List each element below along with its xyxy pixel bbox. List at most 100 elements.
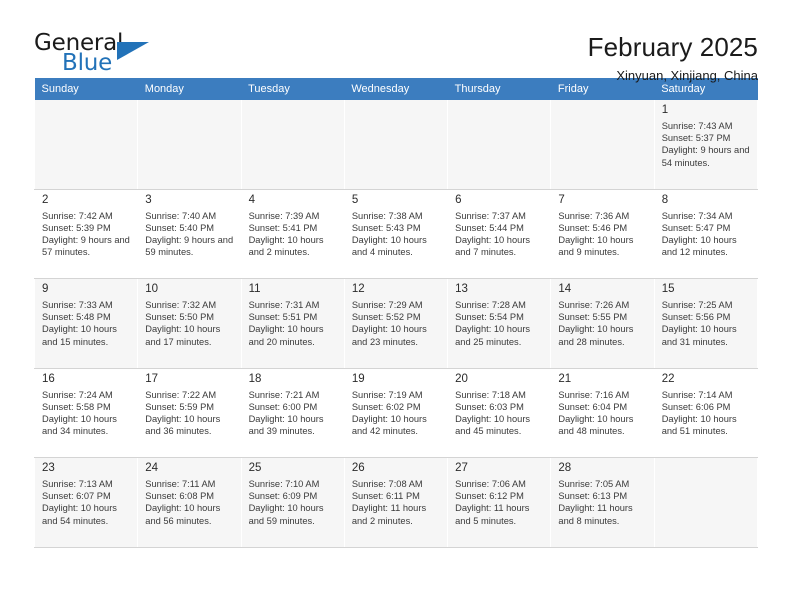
- calendar-day-cell-empty: [550, 100, 655, 190]
- calendar-day-cell[interactable]: 8 Sunrise: 7:34 AM Sunset: 5:47 PM Daylight…: [653, 189, 759, 279]
- calendar-day-cell[interactable]: 1 Sunrise: 7:43 AM Sunset: 5:37 PM Daylight…: [653, 100, 759, 190]
- calendar-day-cell[interactable]: 9 Sunrise: 7:33 AM Sunset: 5:48 PM Daylight…: [33, 278, 139, 369]
- sunrise-text: Sunrise: 7:34 AM: [661, 210, 733, 221]
- calendar-day-cell[interactable]: 20 Sunrise: 7:18 AM Sunset: 6:03 PM Dayligh…: [447, 368, 552, 458]
- calendar-day-cell[interactable]: 19 Sunrise: 7:19 AM Sunset: 6:02 PM Dayligh…: [343, 368, 449, 458]
- sunrise-text: Sunrise: 7:42 AM: [42, 210, 113, 221]
- day-details: Sunrise: 7:37 AM Sunset: 5:44 PM Daylight:…: [455, 210, 544, 259]
- sunrise-text: Sunrise: 7:31 AM: [248, 300, 320, 310]
- sunrise-sunset-calendar: Sunday Monday Tuesday Wednesday Thursday…: [33, 78, 759, 548]
- day-details: Sunrise: 7:13 AM Sunset: 6:07 PM Daylight:…: [42, 478, 131, 527]
- sunrise-text: Sunrise: 7:26 AM: [558, 300, 630, 310]
- day-cell-content: 12 Sunrise: 7:29 AM Sunset: 5:52 PM Dayligh…: [344, 279, 448, 368]
- sunrise-text: Sunrise: 7:06 AM: [455, 479, 526, 489]
- daylight-text: Daylight: 10 hours and 4 minutes.: [351, 234, 427, 258]
- sunset-text: Sunset: 5:41 PM: [248, 222, 318, 233]
- sunrise-text: Sunrise: 7:14 AM: [661, 389, 733, 400]
- day-details: Sunrise: 7:43 AM Sunset: 5:37 PM Daylight:…: [662, 120, 751, 169]
- calendar-day-cell[interactable]: 13 Sunrise: 7:28 AM Sunset: 5:54 PM Dayligh…: [447, 278, 552, 369]
- page-title: February 2025: [587, 32, 758, 62]
- calendar-day-cell[interactable]: 4 Sunrise: 7:39 AM Sunset: 5:41 PM Daylight…: [240, 189, 345, 279]
- daylight-text: Daylight: 10 hours and 45 minutes.: [455, 413, 531, 437]
- calendar-day-cell[interactable]: 5 Sunrise: 7:38 AM Sunset: 5:43 PM Daylight…: [343, 189, 449, 279]
- sunrise-text: Sunrise: 7:28 AM: [455, 300, 526, 310]
- daylight-text: Daylight: 10 hours and 12 minutes.: [661, 234, 737, 258]
- day-cell-content: 21 Sunrise: 7:16 AM Sunset: 6:04 PM Dayligh…: [551, 369, 653, 458]
- calendar-day-cell[interactable]: 23 Sunrise: 7:13 AM Sunset: 6:07 PM Dayligh…: [33, 457, 139, 548]
- day-cell-content: 22 Sunrise: 7:14 AM Sunset: 6:06 PM Dayligh…: [655, 369, 757, 458]
- sunrise-text: Sunrise: 7:40 AM: [145, 210, 217, 221]
- calendar-day-cell[interactable]: 11 Sunrise: 7:31 AM Sunset: 5:51 PM Dayligh…: [240, 278, 345, 369]
- logo-text-blue: Blue: [62, 50, 113, 76]
- calendar-day-cell[interactable]: 22 Sunrise: 7:14 AM Sunset: 6:06 PM Dayligh…: [653, 368, 759, 458]
- calendar-day-cell-empty: [240, 100, 345, 190]
- day-cell-content: 25 Sunrise: 7:10 AM Sunset: 6:09 PM Dayligh…: [241, 458, 344, 547]
- day-details: Sunrise: 7:42 AM Sunset: 5:39 PM Daylight:…: [42, 210, 131, 259]
- calendar-day-cell[interactable]: 28 Sunrise: 7:05 AM Sunset: 6:13 PM Dayligh…: [550, 457, 655, 548]
- calendar-day-cell[interactable]: 25 Sunrise: 7:10 AM Sunset: 6:09 PM Dayligh…: [240, 457, 345, 548]
- calendar-day-cell[interactable]: 15 Sunrise: 7:25 AM Sunset: 5:56 PM Dayligh…: [653, 278, 759, 369]
- day-number: 9: [42, 283, 49, 295]
- sunrise-text: Sunrise: 7:39 AM: [248, 210, 320, 221]
- calendar-day-cell[interactable]: 17 Sunrise: 7:22 AM Sunset: 5:59 PM Dayligh…: [137, 368, 242, 458]
- calendar-day-cell[interactable]: 16 Sunrise: 7:24 AM Sunset: 5:58 PM Dayligh…: [33, 368, 139, 458]
- day-number: 14: [558, 283, 572, 295]
- daylight-text: Daylight: 10 hours and 17 minutes.: [145, 324, 221, 347]
- sunrise-text: Sunrise: 7:25 AM: [661, 300, 733, 310]
- day-cell-content: 4 Sunrise: 7:39 AM Sunset: 5:41 PM Daylight…: [242, 190, 344, 279]
- daylight-text: Daylight: 10 hours and 39 minutes.: [248, 413, 324, 437]
- calendar-day-cell[interactable]: 27 Sunrise: 7:06 AM Sunset: 6:12 PM Dayligh…: [447, 457, 552, 548]
- day-details: Sunrise: 7:29 AM Sunset: 5:52 PM Daylight:…: [352, 299, 441, 348]
- generalblue-logo[interactable]: General Blue: [34, 32, 152, 80]
- day-cell-content: 18 Sunrise: 7:21 AM Sunset: 6:00 PM Dayligh…: [242, 369, 344, 458]
- sunset-text: Sunset: 5:43 PM: [351, 222, 421, 233]
- day-details: Sunrise: 7:39 AM Sunset: 5:41 PM Daylight:…: [249, 210, 338, 259]
- calendar-day-cell[interactable]: 24 Sunrise: 7:11 AM Sunset: 6:08 PM Dayligh…: [137, 457, 242, 548]
- calendar-day-cell[interactable]: 12 Sunrise: 7:29 AM Sunset: 5:52 PM Dayligh…: [343, 278, 449, 369]
- day-cell-content: 20 Sunrise: 7:18 AM Sunset: 6:03 PM Dayligh…: [448, 369, 550, 458]
- calendar-day-cell[interactable]: 6 Sunrise: 7:37 AM Sunset: 5:44 PM Daylight…: [447, 189, 552, 279]
- sunrise-text: Sunrise: 7:38 AM: [351, 210, 423, 221]
- calendar-day-cell[interactable]: 26 Sunrise: 7:08 AM Sunset: 6:11 PM Dayligh…: [343, 457, 449, 548]
- daylight-text: Daylight: 10 hours and 15 minutes.: [42, 324, 117, 347]
- daylight-text: Daylight: 10 hours and 23 minutes.: [351, 324, 427, 347]
- sunset-text: Sunset: 5:48 PM: [42, 312, 111, 323]
- day-cell-content: 28 Sunrise: 7:05 AM Sunset: 6:13 PM Dayligh…: [551, 458, 654, 547]
- sunrise-text: Sunrise: 7:10 AM: [248, 479, 320, 489]
- day-cell-content: 27 Sunrise: 7:06 AM Sunset: 6:12 PM Dayligh…: [448, 458, 551, 547]
- sunset-text: Sunset: 5:50 PM: [145, 312, 215, 323]
- sunrise-text: Sunrise: 7:08 AM: [351, 479, 423, 489]
- day-number: 26: [351, 462, 365, 474]
- day-number: 15: [661, 283, 675, 295]
- sunset-text: Sunset: 5:58 PM: [42, 401, 111, 412]
- calendar-day-cell[interactable]: 3 Sunrise: 7:40 AM Sunset: 5:40 PM Daylight…: [137, 189, 242, 279]
- sunset-text: Sunset: 5:40 PM: [145, 222, 215, 233]
- sunrise-text: Sunrise: 7:18 AM: [455, 389, 526, 400]
- day-number: 1: [661, 104, 669, 116]
- day-number: 27: [455, 462, 468, 474]
- day-details: Sunrise: 7:28 AM Sunset: 5:54 PM Daylight:…: [455, 299, 544, 348]
- sunset-text: Sunset: 6:08 PM: [145, 491, 215, 502]
- daylight-text: Daylight: 10 hours and 34 minutes.: [42, 413, 117, 437]
- calendar-day-cell[interactable]: 18 Sunrise: 7:21 AM Sunset: 6:00 PM Dayligh…: [240, 368, 345, 458]
- day-details: Sunrise: 7:19 AM Sunset: 6:02 PM Daylight:…: [352, 389, 441, 438]
- sunset-text: Sunset: 5:52 PM: [351, 312, 421, 323]
- calendar-day-cell[interactable]: 2 Sunrise: 7:42 AM Sunset: 5:39 PM Daylight…: [33, 189, 139, 279]
- calendar-day-cell[interactable]: 14 Sunrise: 7:26 AM Sunset: 5:55 PM Dayligh…: [550, 278, 655, 369]
- sunrise-text: Sunrise: 7:37 AM: [455, 210, 526, 221]
- day-details: Sunrise: 7:33 AM Sunset: 5:48 PM Daylight:…: [42, 299, 131, 348]
- sunset-text: Sunset: 6:06 PM: [661, 401, 731, 412]
- day-number: 25: [248, 462, 262, 474]
- calendar-day-cell[interactable]: 10 Sunrise: 7:32 AM Sunset: 5:50 PM Dayligh…: [137, 278, 242, 369]
- calendar-day-cell[interactable]: 7 Sunrise: 7:36 AM Sunset: 5:46 PM Daylight…: [550, 189, 655, 279]
- calendar-week-row: 9 Sunrise: 7:33 AM Sunset: 5:48 PM Daylight…: [33, 278, 759, 369]
- calendar-week-row: 16 Sunrise: 7:24 AM Sunset: 5:58 PM Dayligh…: [33, 368, 759, 458]
- day-details: Sunrise: 7:18 AM Sunset: 6:03 PM Daylight:…: [455, 389, 544, 438]
- calendar-day-cell[interactable]: 21 Sunrise: 7:16 AM Sunset: 6:04 PM Dayligh…: [550, 368, 655, 458]
- day-cell-content: 5 Sunrise: 7:38 AM Sunset: 5:43 PM Daylight…: [345, 190, 447, 279]
- sunset-text: Sunset: 5:55 PM: [558, 312, 628, 323]
- sunset-text: Sunset: 5:47 PM: [661, 222, 731, 233]
- daylight-text: Daylight: 10 hours and 7 minutes.: [455, 234, 531, 258]
- sunrise-text: Sunrise: 7:13 AM: [42, 479, 113, 489]
- daylight-text: Daylight: 9 hours and 57 minutes.: [42, 234, 130, 258]
